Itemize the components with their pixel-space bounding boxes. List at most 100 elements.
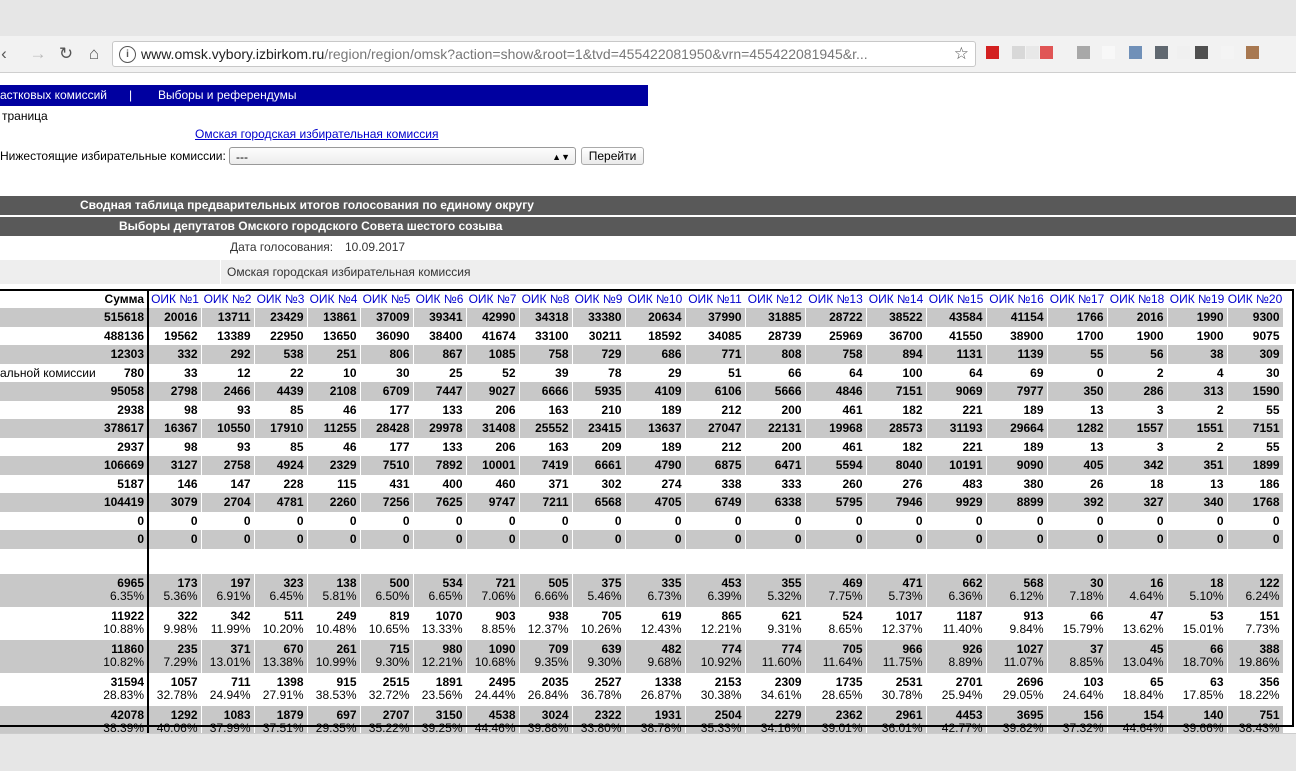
value-cell: 2707 35.22% [360, 705, 414, 734]
value-cell: 13650 [307, 326, 361, 345]
column-header-oik-11[interactable]: ОИК №11 [685, 289, 745, 308]
value-cell: 4846 [805, 382, 867, 401]
value-cell: 915 38.53% [307, 672, 361, 706]
column-header-oik-2[interactable]: ОИК №2 [201, 289, 254, 308]
extension-icon[interactable] [1129, 46, 1142, 59]
column-header-oik-15[interactable]: ОИК №15 [926, 289, 986, 308]
extension-icon[interactable] [1026, 46, 1039, 59]
home-icon[interactable]: ⌂ [84, 44, 104, 64]
value-cell [360, 548, 414, 574]
value-cell: 53 15.01% [1167, 606, 1228, 640]
extension-icon[interactable] [1155, 46, 1168, 59]
vote-percent: 30.38% [700, 688, 742, 702]
value-cell: 461 [805, 400, 867, 419]
parent-commission-link[interactable]: Омская городская избирательная комиссия [195, 127, 438, 141]
value-cell: 63 17.85% [1167, 672, 1228, 706]
row-label [0, 438, 95, 457]
value-cell: 371 13.01% [201, 639, 255, 673]
vote-count: 1338 [654, 675, 682, 689]
column-header-oik-17[interactable]: ОИК №17 [1047, 289, 1107, 308]
value-cell [1107, 548, 1168, 574]
vote-percent: 27.91% [262, 688, 304, 702]
sum-cell: 488136 [95, 326, 149, 345]
column-header-oik-1[interactable]: ОИК №1 [148, 289, 201, 308]
vote-count: 4453 [955, 708, 983, 722]
column-header-oik-9[interactable]: ОИК №9 [572, 289, 625, 308]
extension-icon[interactable] [986, 46, 999, 59]
vote-percent: 24.64% [1062, 688, 1104, 702]
value-cell: 313 [1167, 382, 1228, 401]
value-cell: 6568 [572, 493, 626, 512]
column-header-oik-12[interactable]: ОИК №12 [745, 289, 805, 308]
value-cell: 22950 [254, 326, 308, 345]
value-cell: 9069 [926, 382, 987, 401]
column-header-oik-5[interactable]: ОИК №5 [360, 289, 413, 308]
column-header-oik-18[interactable]: ОИК №18 [1107, 289, 1167, 308]
vote-count: 4538 [488, 708, 516, 722]
vote-count: 2696 [1016, 675, 1044, 689]
reload-icon[interactable]: ↻ [56, 44, 76, 64]
bookmark-star-icon[interactable]: ☆ [954, 44, 969, 64]
extension-icon[interactable] [1077, 46, 1090, 59]
vote-percent: 38.78% [640, 721, 682, 734]
value-cell: 19968 [805, 419, 867, 438]
vote-count: 1090 [488, 642, 516, 656]
subordinate-commissions-select[interactable]: --- ▲▼ [229, 147, 576, 165]
value-cell: 3 [1107, 400, 1168, 419]
column-header-oik-20[interactable]: ОИК №20 [1227, 289, 1283, 308]
vote-percent: 26.84% [527, 688, 569, 702]
vote-percent: 7.75% [828, 589, 863, 603]
extension-icon[interactable] [1177, 46, 1190, 59]
value-cell: 251 [307, 345, 361, 364]
column-header-oik-8[interactable]: ОИК №8 [519, 289, 572, 308]
forward-arrow-icon[interactable]: → [28, 44, 48, 64]
column-header-oik-13[interactable]: ОИК №13 [805, 289, 866, 308]
value-cell: 1282 [1047, 419, 1108, 438]
value-cell: 471 5.73% [866, 573, 927, 607]
value-cell: 13389 [201, 326, 255, 345]
nav-link-commissions[interactable]: астковых комиссий [0, 85, 107, 106]
extension-icon[interactable] [1040, 46, 1053, 59]
value-cell: 662 6.36% [926, 573, 987, 607]
nav-link-elections[interactable]: Выборы и референдумы [158, 85, 296, 106]
table-row: альной комиссии 780 33 12 22 10 30 25 52 39 78 29 51… [0, 363, 1284, 382]
vote-percent: 39.82% [1002, 721, 1044, 734]
column-header-oik-16[interactable]: ОИК №16 [986, 289, 1047, 308]
table-row: 2938 98 93 85 46 177 133 206 163 210 189 212 200 461 1… [0, 400, 1284, 419]
value-cell: 1900 [1167, 326, 1228, 345]
go-button[interactable]: Перейти [581, 147, 644, 165]
column-header-oik-19[interactable]: ОИК №19 [1167, 289, 1227, 308]
column-header-oik-3[interactable]: ОИК №3 [254, 289, 307, 308]
column-header-oik-7[interactable]: ОИК №7 [466, 289, 519, 308]
column-header-oik-14[interactable]: ОИК №14 [866, 289, 926, 308]
value-cell: 2 [1107, 363, 1168, 382]
back-arrow-icon[interactable]: ‹ [0, 44, 14, 64]
column-header-oik-6[interactable]: ОИК №6 [413, 289, 466, 308]
value-cell: 0 [148, 530, 202, 549]
value-cell: 333 [745, 474, 806, 493]
voting-date-row: Дата голосования: 10.09.2017 [0, 239, 1296, 261]
extension-icon[interactable] [1012, 46, 1025, 59]
extension-icon[interactable] [1102, 46, 1115, 59]
extension-icon[interactable] [1195, 46, 1208, 59]
info-icon[interactable]: i [119, 46, 136, 63]
value-cell: 758 [805, 345, 867, 364]
vote-count: 621 [781, 609, 802, 623]
column-header-oik-10[interactable]: ОИК №10 [625, 289, 685, 308]
extension-icon[interactable] [1246, 46, 1259, 59]
value-cell: 98 [148, 437, 202, 456]
column-header-oik-4[interactable]: ОИК №4 [307, 289, 360, 308]
extension-icon[interactable] [1221, 46, 1234, 59]
vote-percent: 35.22% [368, 721, 410, 734]
value-cell: 274 [625, 474, 686, 493]
value-cell: 0 [926, 530, 987, 549]
address-bar[interactable]: i www.omsk.vybory.izbirkom.ru/region/reg… [112, 41, 976, 67]
value-cell: 0 [254, 511, 308, 530]
vote-percent: 9.31% [767, 622, 802, 636]
value-cell: 28739 [745, 326, 806, 345]
row-label [0, 573, 95, 607]
date-value: 10.09.2017 [345, 240, 406, 254]
vote-count: 774 [781, 642, 802, 656]
value-cell: 29978 [413, 419, 467, 438]
value-cell: 235 7.29% [148, 639, 202, 673]
